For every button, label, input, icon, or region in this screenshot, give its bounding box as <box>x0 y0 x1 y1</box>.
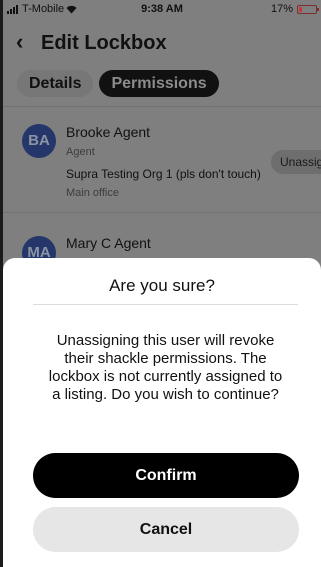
agent-name: Mary C Agent <box>66 235 151 251</box>
confirm-dialog: Are you sure? Unassigning this user will… <box>3 258 321 567</box>
agent-name: Brooke Agent <box>66 124 151 140</box>
tab-details[interactable]: Details <box>17 70 94 97</box>
agent-office: Main office <box>66 187 119 199</box>
dialog-title: Are you sure? <box>109 276 215 295</box>
unassign-button[interactable]: Unassign <box>271 150 321 174</box>
app-screen: T-Mobile 9:38 AM 17% ‹ Edit Lockbox Deta… <box>3 0 321 567</box>
agent-org: Supra Testing Org 1 (pls don't touch) <box>66 167 261 181</box>
tab-bar: Details Permissions <box>17 70 219 97</box>
avatar: BA <box>22 124 56 158</box>
page-title: Edit Lockbox <box>41 32 167 54</box>
status-bar: T-Mobile 9:38 AM 17% <box>3 0 321 20</box>
battery-percent: 17% <box>270 3 293 15</box>
header: ‹ Edit Lockbox <box>3 28 321 58</box>
dialog-divider <box>33 304 298 305</box>
confirm-button[interactable]: Confirm <box>33 453 299 498</box>
row-divider <box>3 212 321 213</box>
dialog-message: Unassigning this user will revoke their … <box>48 332 283 403</box>
status-right: 17% <box>270 3 319 15</box>
tabs-divider <box>3 106 321 107</box>
cancel-button[interactable]: Cancel <box>33 507 299 552</box>
chevron-left-icon[interactable]: ‹ <box>16 30 23 54</box>
battery-icon <box>297 4 319 14</box>
tab-permissions[interactable]: Permissions <box>99 70 219 97</box>
battery-fill <box>299 6 302 12</box>
agent-role: Agent <box>66 146 95 158</box>
